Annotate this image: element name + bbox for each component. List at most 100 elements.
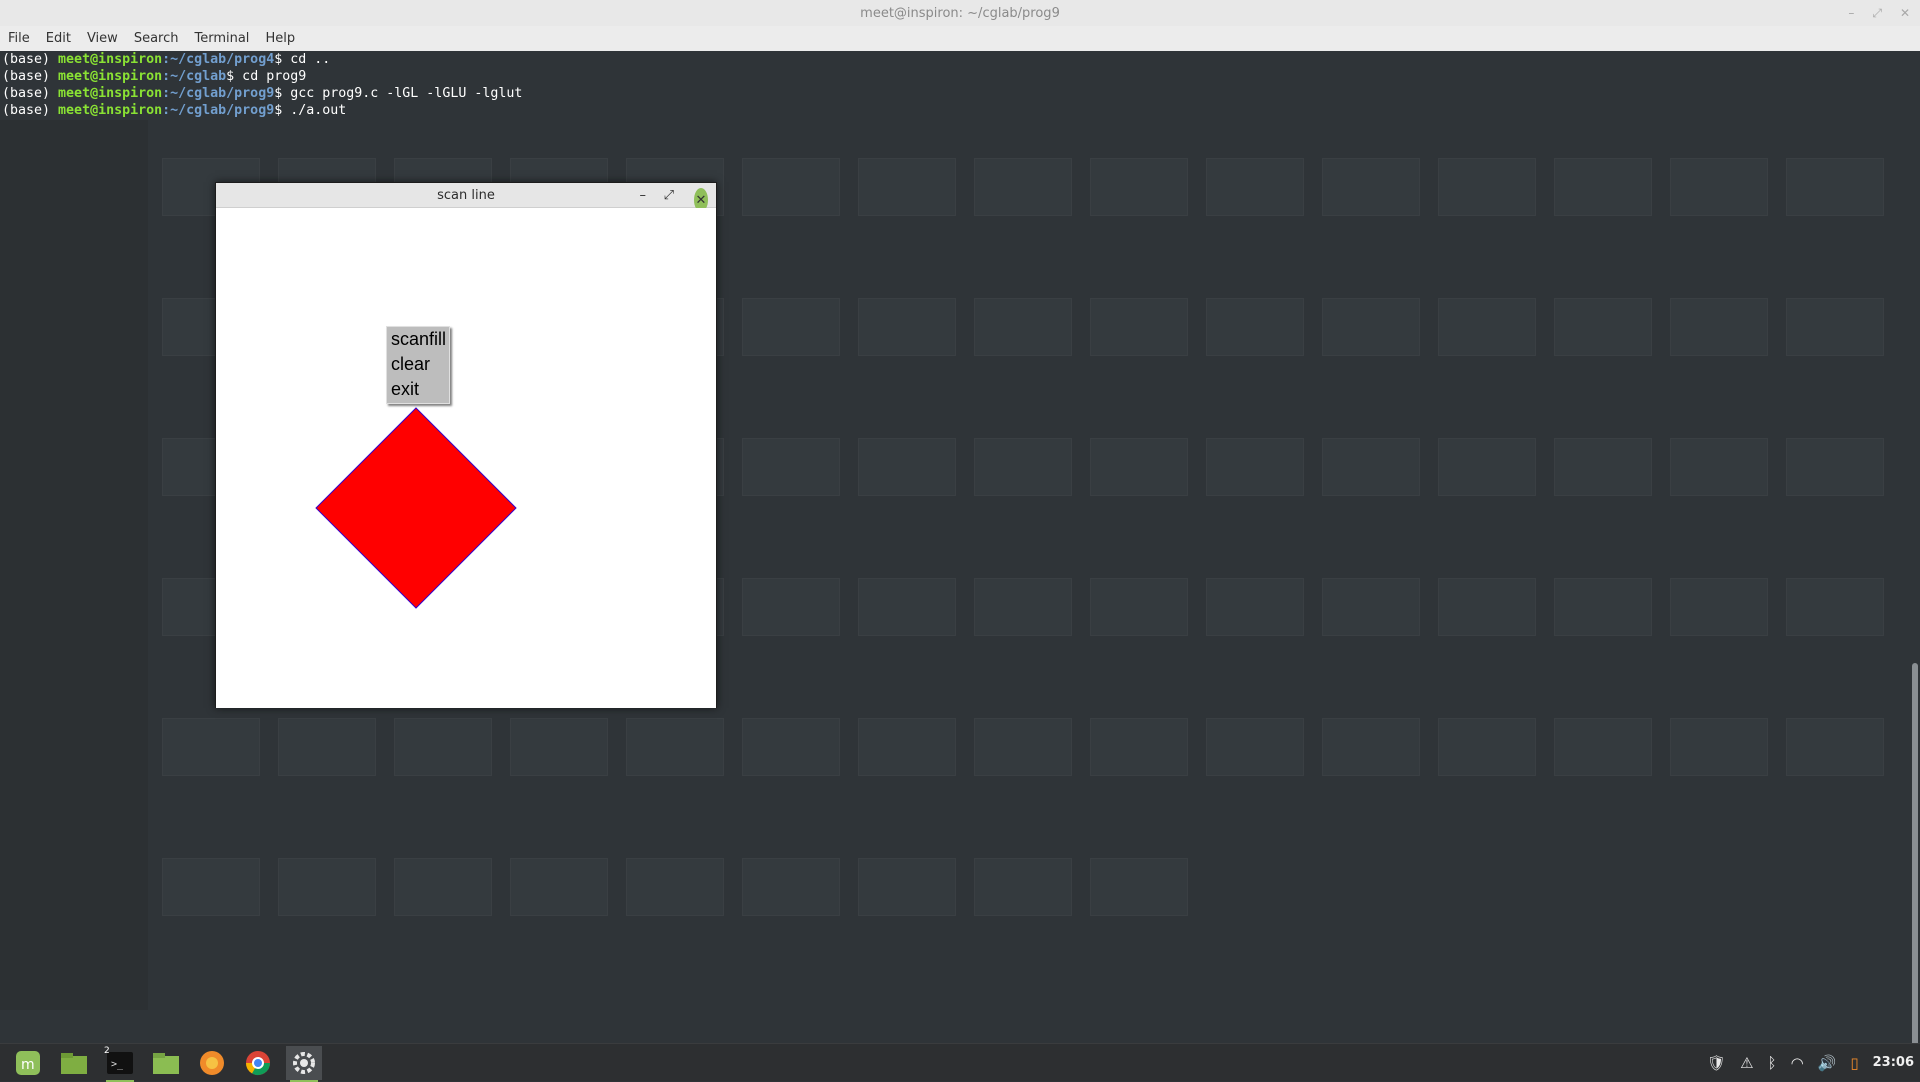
warning-icon[interactable]: ⚠ (1740, 1054, 1753, 1072)
env-prefix: (base) (2, 52, 59, 67)
file-manager-icon[interactable] (56, 1046, 92, 1080)
background-thumbnail (510, 718, 608, 776)
env-prefix: (base) (2, 86, 59, 101)
command-text: $ cd prog9 (226, 69, 307, 84)
background-thumbnail (1206, 718, 1304, 776)
prompt-path: :~/cglab/prog9 (162, 103, 275, 118)
shield-icon[interactable]: 🛡 (1707, 1054, 1726, 1072)
background-thumbnail (974, 858, 1072, 916)
background-thumbnail (1206, 298, 1304, 356)
wifi-icon[interactable]: ◠ (1791, 1054, 1804, 1072)
background-thumbnail (1322, 578, 1420, 636)
menu-file[interactable]: File (0, 31, 38, 46)
background-thumbnail (742, 718, 840, 776)
volume-icon[interactable]: 🔊 (1818, 1054, 1837, 1072)
notification-icon[interactable]: ▯ (1850, 1054, 1858, 1072)
background-thumbnail (1438, 578, 1536, 636)
filled-polygon (315, 407, 517, 609)
prompt-path: :~/cglab/prog4 (162, 52, 275, 67)
window-count-badge: 2 (104, 1045, 110, 1056)
close-button[interactable]: ✕ (1900, 6, 1910, 20)
scanline-titlebar[interactable]: scan line – ⤢ ✕ (216, 183, 716, 212)
background-thumbnail (1322, 718, 1420, 776)
background-thumbnail (742, 158, 840, 216)
background-thumbnail (974, 718, 1072, 776)
terminal-scrollbar[interactable] (1908, 51, 1920, 1053)
menu-terminal[interactable]: Terminal (186, 31, 257, 46)
background-thumbnail (1090, 578, 1188, 636)
background-sidebar (0, 120, 148, 1010)
terminal-menubar: File Edit View Search Terminal Help (0, 26, 1920, 51)
menu-item-clear[interactable]: clear (387, 352, 449, 377)
menu-item-exit[interactable]: exit (387, 377, 449, 402)
scrollbar-thumb[interactable] (1912, 663, 1918, 1053)
gl-canvas[interactable]: scanfill clear exit (216, 208, 716, 708)
taskbar: m >_ 2 🛡 ⚠ ᛒ ◠ 🔊 ▯ 23:06 (0, 1043, 1920, 1082)
background-thumbnail (1554, 298, 1652, 356)
background-thumbnail (626, 718, 724, 776)
prompt-user: meet@inspiron (58, 86, 163, 101)
maximize-button[interactable]: ⤢ (1872, 6, 1882, 21)
background-thumbnail (742, 438, 840, 496)
folder-icon[interactable] (148, 1046, 184, 1080)
background-thumbnail (858, 158, 956, 216)
maximize-icon[interactable]: ⤢ (664, 183, 674, 207)
mint-menu-icon[interactable]: m (10, 1046, 46, 1080)
terminal-line: (base) meet@inspiron:~/cglab/prog9$ ./a.… (0, 102, 1920, 119)
minimize-icon[interactable]: – (640, 183, 647, 207)
bluetooth-icon[interactable]: ᛒ (1768, 1054, 1777, 1072)
background-thumbnail (1090, 718, 1188, 776)
background-thumbnail (742, 578, 840, 636)
background-thumbnail (394, 858, 492, 916)
prompt-user: meet@inspiron (58, 52, 163, 67)
background-thumbnail (1206, 438, 1304, 496)
background-thumbnail (1438, 158, 1536, 216)
window-title: meet@inspiron: ~/cglab/prog9 (860, 5, 1060, 21)
background-thumbnail (858, 298, 956, 356)
background-thumbnail (858, 578, 956, 636)
background-thumbnail (974, 298, 1072, 356)
background-thumbnail (1322, 298, 1420, 356)
clock[interactable]: 23:06 (1873, 1055, 1914, 1070)
terminal-line: (base) meet@inspiron:~/cglab$ cd prog9 (0, 68, 1920, 85)
background-thumbnail (742, 298, 840, 356)
background-thumbnail (974, 158, 1072, 216)
firefox-icon[interactable] (194, 1046, 230, 1080)
background-thumbnail (1670, 298, 1768, 356)
env-prefix: (base) (2, 103, 59, 118)
menu-edit[interactable]: Edit (38, 31, 79, 46)
prompt-path: :~/cglab/prog9 (162, 86, 275, 101)
terminal-line (0, 119, 1920, 136)
menu-search[interactable]: Search (126, 31, 187, 46)
background-thumbnail (858, 718, 956, 776)
prompt-user: meet@inspiron (58, 103, 163, 118)
terminal-line: (base) meet@inspiron:~/cglab/prog4$ cd .… (0, 51, 1920, 68)
background-thumbnail (1090, 158, 1188, 216)
background-thumbnail (858, 858, 956, 916)
background-thumbnail (1438, 438, 1536, 496)
background-thumbnail (1670, 578, 1768, 636)
background-thumbnail (1090, 438, 1188, 496)
menu-view[interactable]: View (79, 31, 126, 46)
chrome-icon[interactable] (240, 1046, 276, 1080)
terminal-icon[interactable]: >_ 2 (102, 1045, 138, 1082)
menu-item-scanfill[interactable]: scanfill (387, 327, 449, 352)
prompt-user: meet@inspiron (58, 69, 163, 84)
scanline-window[interactable]: scan line – ⤢ ✕ scanfill clear exit (215, 182, 717, 708)
background-thumbnail (1670, 438, 1768, 496)
terminal-line: (base) meet@inspiron:~/cglab/prog9$ gcc … (0, 85, 1920, 102)
command-text: $ gcc prog9.c -lGL -lGLU -lglut (274, 86, 523, 101)
settings-icon[interactable] (286, 1045, 322, 1082)
env-prefix: (base) (2, 69, 59, 84)
prompt-path: :~/cglab (162, 69, 227, 84)
background-thumbnail (278, 718, 376, 776)
background-thumbnail (1554, 578, 1652, 636)
background-thumbnail (974, 438, 1072, 496)
scanline-window-title: scan line (437, 187, 495, 203)
background-thumbnail (1670, 158, 1768, 216)
menu-help[interactable]: Help (257, 31, 303, 46)
background-thumbnail (394, 718, 492, 776)
minimize-button[interactable]: – (1848, 6, 1854, 20)
command-text: $ ./a.out (274, 103, 347, 118)
background-thumbnail (278, 858, 376, 916)
